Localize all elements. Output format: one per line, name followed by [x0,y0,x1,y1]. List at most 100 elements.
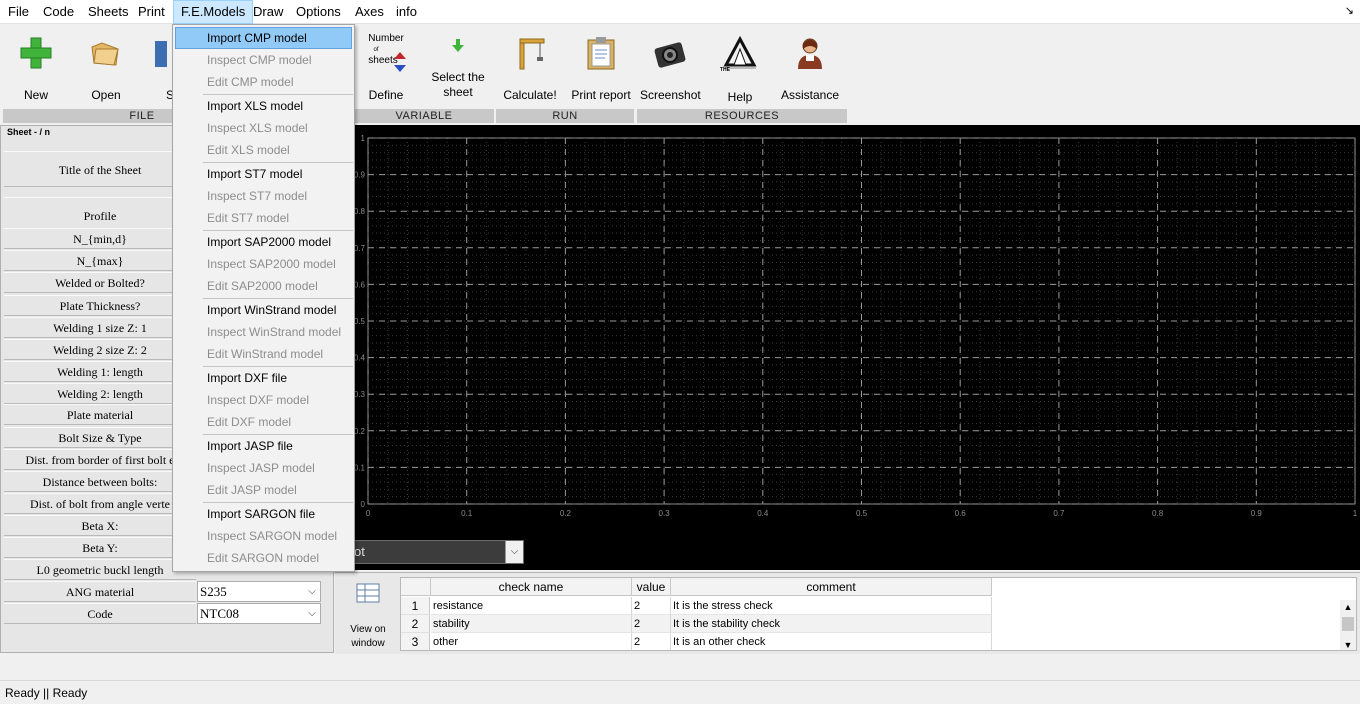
menu-item-edit-4: Edit WinStrand model [207,347,324,361]
plus-icon [20,37,52,69]
menu-item-inspect-5: Inspect DXF model [207,393,310,407]
y-tick-label: 0.9 [354,171,366,180]
row-welding1-length: Welding 1: length [4,361,196,382]
x-tick-label: 0.8 [1152,509,1164,518]
x-tick-label: 0.2 [560,509,572,518]
folder-icon [91,42,119,66]
y-tick-label: 0.2 [354,427,366,436]
crane-icon [519,38,545,70]
sheet-header: Sheet - / n [7,127,51,137]
view-on-window-button[interactable]: View on window [343,581,393,651]
x-tick-label: 0.6 [955,509,967,518]
new-label: New [23,88,48,102]
assistance-label: Assistance [780,88,840,102]
table-scrollbar[interactable]: ▲ ▼ [1340,600,1356,650]
menu-file[interactable]: File [1,0,36,24]
menu-item-edit-3: Edit SAP2000 model [207,279,318,293]
define-label: Define [368,88,404,102]
cell-check-name[interactable]: other [431,633,632,650]
row-welded-or-bolted: Welded or Bolted? [4,272,196,293]
scroll-down-icon[interactable]: ▼ [1340,638,1356,650]
menu-item-edit-6: Edit JASP model [207,483,297,497]
help-button[interactable]: THE Help [712,25,768,109]
x-tick-label: 0 [366,509,371,518]
menu-item-import-0[interactable]: Import CMP model [175,27,352,49]
scroll-up-icon[interactable]: ▲ [1340,600,1356,614]
menu-info[interactable]: info [389,0,424,24]
menu-item-import-3[interactable]: Import SAP2000 model [175,231,352,253]
menu-item-inspect-0: Inspect CMP model [207,53,312,67]
menu-item-import-6[interactable]: Import JASP file [175,435,352,457]
y-tick-label: 0.6 [354,280,366,289]
row-plate-thickness: Plate Thickness? [4,295,196,316]
plot-selector[interactable]: ot ⌵ [337,540,524,564]
menubar: File Code Sheets Print F.E.Models Draw O… [0,0,1360,24]
menu-item-import-7[interactable]: Import SARGON file [175,503,352,525]
row-welding2-length: Welding 2: length [4,383,196,404]
menu-code[interactable]: Code [36,0,81,24]
cell-check-name[interactable]: resistance [431,597,632,615]
ang-material-select[interactable]: S235 ⌵ [197,581,321,602]
cell-value[interactable]: 2 [632,633,671,650]
header-check-name[interactable]: check name [431,578,632,596]
menu-item-edit-2: Edit ST7 model [207,211,290,225]
help-label: Help [727,90,753,104]
chevron-down-icon: ⌵ [308,608,316,619]
menu-item-inspect-3: Inspect SAP2000 model [207,257,336,271]
cell-value[interactable]: 2 [632,615,671,633]
cell-comment[interactable]: It is an other check [671,633,992,650]
y-tick-label: 0.3 [354,390,366,399]
menu-item-inspect-2: Inspect ST7 model [207,189,308,203]
header-value[interactable]: value [632,578,671,596]
define-button[interactable]: Number of sheets Define [360,25,412,109]
menu-axes[interactable]: Axes [348,0,391,24]
number-label: Number [368,33,404,44]
plot-area[interactable]: 0 0.1 0.2 0.3 0.4 0.5 0.6 0.7 0.8 0.9 1 0 0.1 0.2 0.3 0… [335,125,1360,570]
row-title-of-sheet: Title of the Sheet [4,151,196,187]
menu-sheets[interactable]: Sheets [81,0,135,24]
menu-item-import-5[interactable]: Import DXF file [175,367,352,389]
x-tick-label: 0.5 [856,509,868,518]
assistance-button[interactable]: Assistance [778,25,842,109]
row-dist-bolts: Distance between bolts: [4,471,196,492]
fe-models-menu: Import CMP model Inspect CMP model Edit CM… [172,24,355,572]
scroll-thumb[interactable] [1342,617,1354,631]
y-tick-label: 0.8 [354,207,366,216]
row-l0: L0 geometric buckl length [4,559,196,580]
menu-item-edit-7: Edit SARGON model [207,551,320,565]
cell-comment[interactable]: It is the stability check [671,615,992,633]
dock-arrow-icon[interactable]: ↘ [1345,4,1354,17]
status-text: Ready || Ready [5,686,88,700]
code-select[interactable]: NTC08 ⌵ [197,603,321,624]
menu-fe-models[interactable]: F.E.Models [173,0,254,24]
print-report-button[interactable]: Print report [570,25,632,109]
menu-draw[interactable]: Draw [246,0,290,24]
open-button[interactable]: Open [80,25,132,109]
y-tick-label: 0.7 [354,244,366,253]
menu-item-edit-5: Edit DXF model [207,415,292,429]
row-number: 2 [401,615,430,633]
camera-icon [654,42,686,68]
header-comment[interactable]: comment [671,578,992,596]
calculate-button[interactable]: Calculate! [500,25,560,109]
x-tick-label: 1 [1353,509,1358,518]
screenshot-button[interactable]: Screenshot [640,25,701,109]
new-button[interactable]: New [10,25,62,109]
down-arrow-icon [452,39,464,52]
menu-item-import-4[interactable]: Import WinStrand model [175,299,352,321]
cell-check-name[interactable]: stability [431,615,632,633]
menu-item-import-2[interactable]: Import ST7 model [175,163,352,185]
menu-item-import-1[interactable]: Import XLS model [175,95,352,117]
row-beta-y: Beta Y: [4,537,196,558]
menu-options[interactable]: Options [289,0,348,24]
x-tick-label: 0.7 [1053,509,1065,518]
clipboard-icon [587,37,615,70]
y-tick-label: 1 [361,134,366,143]
row-ang-material: ANG material [4,581,196,602]
menu-print[interactable]: Print [131,0,172,24]
cell-value[interactable]: 2 [632,597,671,615]
menu-item-inspect-1: Inspect XLS model [207,121,308,135]
code-value: NTC08 [200,606,239,621]
cell-comment[interactable]: It is the stress check [671,597,992,615]
select-sheet-button[interactable]: Select the sheet [428,25,488,109]
